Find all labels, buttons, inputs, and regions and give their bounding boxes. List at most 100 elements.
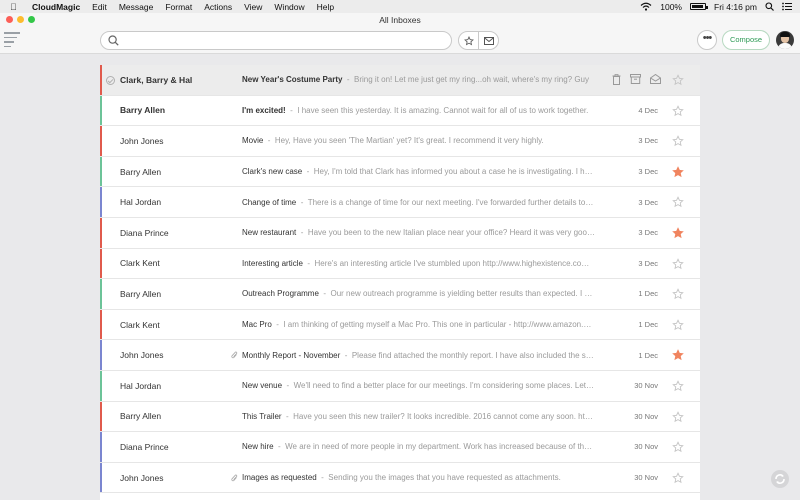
email-subject: Interesting article	[242, 258, 303, 268]
trash-icon[interactable]	[612, 74, 621, 85]
menu-edit[interactable]: Edit	[92, 2, 107, 12]
email-preview: We'll need to find a better place for ou…	[293, 381, 595, 391]
archive-icon[interactable]	[630, 74, 641, 84]
email-row[interactable]: Diana Prince New hire - We are in need of…	[100, 432, 700, 463]
spotlight-icon[interactable]	[765, 2, 774, 11]
star-outline-icon[interactable]	[672, 196, 684, 208]
star-outline-icon[interactable]	[672, 288, 684, 300]
email-sender: Barry Allen	[120, 288, 162, 299]
email-date: 3 Dec	[638, 136, 658, 146]
more-options-button[interactable]: •••	[697, 30, 717, 50]
star-filled-icon[interactable]	[672, 349, 684, 361]
email-preview: Hey, Have you seen 'The Martian' yet? It…	[274, 136, 544, 146]
status-area: 100% Fri 4:16 pm	[640, 2, 792, 12]
email-date: 4 Dec	[638, 105, 658, 115]
email-preview: Have you seen this new trailer? It looks…	[293, 411, 595, 421]
email-line: New Year's Costume Party - Bring it on! …	[242, 75, 589, 85]
email-date: 1 Dec	[638, 350, 658, 360]
star-filled-icon[interactable]	[672, 165, 684, 178]
attachment-icon	[231, 351, 238, 359]
menu-window[interactable]: Window	[274, 2, 304, 12]
email-subject: New Year's Costume Party	[242, 75, 343, 85]
email-row[interactable]: Diana Prince New restaurant - Have you be…	[100, 217, 700, 249]
menu-message[interactable]: Message	[119, 2, 154, 12]
menu-actions[interactable]: Actions	[204, 2, 232, 12]
email-sender: Clark Kent	[120, 258, 160, 269]
email-line: Movie - Hey, Have you seen 'The Martian'…	[242, 136, 544, 146]
battery-icon[interactable]	[690, 3, 708, 10]
email-sender: John Jones	[120, 135, 164, 146]
menu-format[interactable]: Format	[165, 2, 192, 12]
email-row[interactable]: Barry Allen Outreach Programme - Our new …	[100, 279, 700, 310]
email-row[interactable]: John Jones Movie - Hey, Have you seen 'Th…	[100, 126, 700, 157]
avatar[interactable]	[776, 31, 794, 49]
email-subject: New venue	[242, 381, 283, 391]
compose-button[interactable]: Compose	[722, 30, 770, 50]
account-color-bar	[100, 340, 102, 370]
star-outline-icon[interactable]	[672, 441, 684, 453]
email-line: Monthly Report - November - Please find …	[242, 351, 595, 360]
menu-view[interactable]: View	[244, 2, 262, 12]
menu-app[interactable]: CloudMagic	[32, 2, 80, 12]
email-subject: Movie	[242, 136, 264, 146]
email-row[interactable]: Clark Kent Mac Pro - I am thinking of get…	[100, 309, 700, 341]
email-sender: Clark Kent	[120, 319, 160, 330]
row-actions	[612, 74, 661, 85]
star-outline-icon[interactable]	[672, 104, 684, 117]
email-row[interactable]: John Jones Monthly Report - November - Pl…	[100, 340, 700, 371]
email-line: Images as requested - Sending you the im…	[242, 473, 561, 483]
email-row[interactable]: Barry Allen Clark's new case - Hey, I'm t…	[100, 156, 700, 188]
star-outline-icon[interactable]	[672, 74, 684, 86]
email-preview: I have seen this yesterday. It is amazin…	[297, 105, 589, 115]
apple-icon[interactable]: 	[10, 2, 24, 12]
account-color-bar	[100, 309, 102, 340]
unread-filter-button[interactable]	[478, 31, 499, 50]
star-outline-icon[interactable]	[672, 471, 684, 484]
email-subject: Clark's new case	[242, 167, 303, 177]
star-filled-icon[interactable]	[672, 227, 684, 239]
star-outline-icon[interactable]	[672, 257, 684, 270]
menu-bar:  CloudMagic Edit Message Format Actions…	[0, 0, 800, 13]
email-date: 1 Dec	[638, 289, 658, 299]
email-date: 30 Nov	[634, 381, 658, 391]
clock[interactable]: Fri 4:16 pm	[714, 2, 757, 12]
account-color-bar	[100, 401, 102, 432]
email-subject: Images as requested	[242, 473, 317, 483]
wifi-icon[interactable]	[640, 2, 652, 11]
account-color-bar	[100, 279, 102, 309]
account-color-bar	[100, 217, 102, 248]
envelope-icon	[483, 36, 494, 45]
email-row[interactable]: Hal Jordan New venue - We'll need to find…	[100, 370, 700, 402]
email-line: Change of time - There is a change of ti…	[242, 198, 595, 207]
email-row[interactable]: Barry Allen This Trailer - Have you seen …	[100, 401, 700, 433]
email-row[interactable]: Clark, Barry & Hal New Year's Costume Par…	[100, 65, 700, 96]
email-preview: Here's an interesting article I've stumb…	[314, 258, 595, 268]
toolbar: ••• Compose	[0, 27, 800, 54]
email-line: I'm excited! - I have seen this yesterda…	[242, 105, 589, 115]
starred-filter-button[interactable]	[458, 31, 479, 50]
select-checkbox[interactable]	[106, 76, 115, 85]
email-row[interactable]: Hal Jordan Change of time - There is a ch…	[100, 187, 700, 218]
mark-read-icon[interactable]	[650, 74, 661, 84]
email-line: Interesting article - Here's an interest…	[242, 259, 595, 268]
star-outline-icon[interactable]	[672, 135, 684, 147]
email-row[interactable]: John Jones Images as requested - Sending …	[100, 462, 700, 494]
star-outline-icon[interactable]	[672, 318, 684, 331]
email-sender: Clark, Barry & Hal	[120, 74, 193, 85]
star-outline-icon	[463, 35, 474, 45]
email-row[interactable]: Barry Allen I'm excited! - I have seen th…	[100, 95, 700, 127]
account-color-bar	[100, 95, 102, 126]
email-date: 30 Nov	[634, 411, 658, 421]
email-line: This Trailer - Have you seen this new tr…	[242, 412, 595, 421]
email-preview: I am thinking of getting myself a Mac Pr…	[283, 320, 595, 330]
star-outline-icon[interactable]	[672, 380, 684, 392]
sync-icon[interactable]	[771, 470, 789, 488]
search-input[interactable]	[123, 33, 443, 51]
star-outline-icon[interactable]	[672, 410, 684, 423]
email-row[interactable]: Clark Kent Interesting article - Here's a…	[100, 248, 700, 280]
email-preview: Please find attached the monthly report.…	[351, 350, 595, 360]
menu-help[interactable]: Help	[317, 2, 334, 12]
account-color-bar	[100, 187, 102, 217]
sidebar-menu-icon[interactable]	[4, 32, 20, 47]
notification-center-icon[interactable]	[782, 2, 792, 11]
